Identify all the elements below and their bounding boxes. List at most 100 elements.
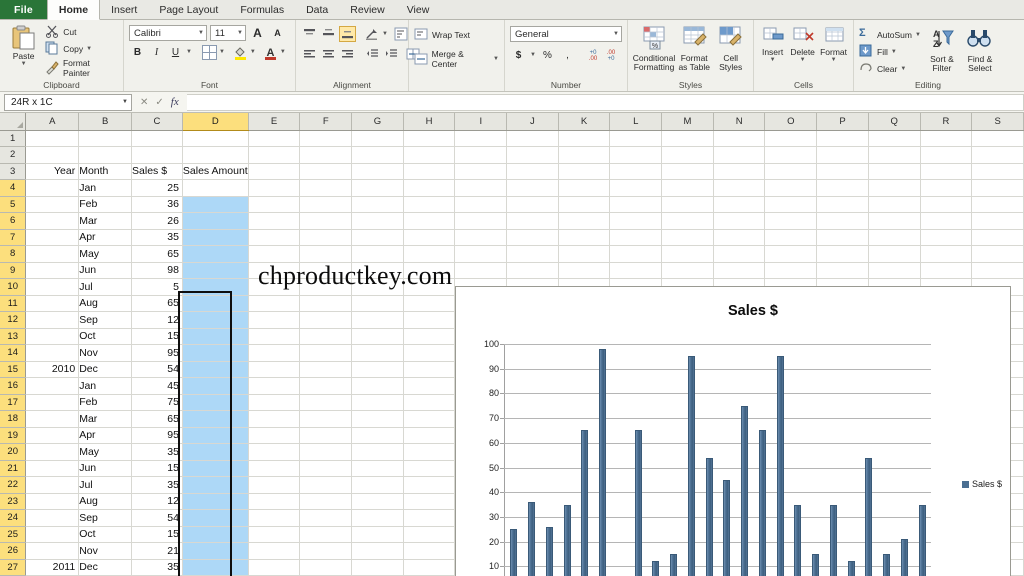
column-header-e[interactable]: E (248, 113, 301, 131)
cell-O6[interactable] (764, 212, 818, 230)
copy-button[interactable]: Copy ▼ (45, 41, 118, 56)
cell-A17[interactable] (25, 394, 80, 411)
row-header-15[interactable]: 15 (0, 361, 27, 378)
cell-I5[interactable] (454, 196, 508, 213)
cell-I7[interactable] (454, 229, 508, 246)
comma-style-button[interactable]: , (559, 47, 576, 63)
cell-H18[interactable] (403, 410, 456, 428)
cell-A21[interactable] (25, 460, 80, 477)
cell-C14[interactable]: 95 (131, 344, 183, 362)
cell-K8[interactable] (558, 245, 611, 263)
cell-B23[interactable]: Aug (78, 493, 133, 510)
tab-view[interactable]: View (396, 0, 441, 19)
row-header-4[interactable]: 4 (0, 179, 27, 197)
cell-J3[interactable] (506, 163, 559, 180)
cell-B19[interactable]: Apr (78, 427, 133, 444)
sales-chart[interactable]: Sales $ 0102030405060708090100 JanFebMar… (455, 286, 1011, 576)
cell-G20[interactable] (351, 443, 404, 461)
cell-N4[interactable] (713, 179, 766, 197)
column-header-o[interactable]: O (764, 113, 818, 131)
cell-G26[interactable] (351, 542, 404, 560)
font-name-chevron-down-icon[interactable]: ▼ (195, 30, 204, 36)
borders-chevron-down-icon[interactable]: ▼ (219, 49, 225, 55)
cell-B15[interactable]: Dec (78, 361, 133, 378)
insert-cells-chevron-down-icon[interactable]: ▼ (770, 57, 776, 63)
cell-F23[interactable] (299, 493, 353, 510)
cell-Q3[interactable] (868, 163, 921, 180)
cell-H26[interactable] (403, 542, 456, 560)
cell-D18[interactable] (182, 410, 249, 428)
align-bottom-button[interactable] (339, 26, 356, 42)
cell-F1[interactable] (299, 130, 353, 147)
cell-A22[interactable] (25, 476, 80, 494)
chart-legend[interactable]: Sales $ (961, 479, 1002, 489)
cell-H21[interactable] (403, 460, 456, 477)
font-color-icon[interactable]: A (263, 45, 278, 60)
conditional-formatting-button[interactable]: % Conditional Formatting (633, 24, 675, 72)
chart-bar[interactable] (741, 405, 749, 576)
cell-J6[interactable] (506, 212, 559, 230)
cell-B10[interactable]: Jul (78, 278, 133, 296)
cell-C6[interactable]: 26 (131, 212, 183, 230)
bold-button[interactable]: B (129, 44, 146, 60)
cell-F5[interactable] (299, 196, 353, 213)
cell-L6[interactable] (609, 212, 663, 230)
cell-C5[interactable]: 36 (131, 196, 183, 213)
cell-J5[interactable] (506, 196, 559, 213)
cell-L3[interactable] (609, 163, 663, 180)
cell-F3[interactable] (299, 163, 353, 180)
cell-E26[interactable] (248, 542, 301, 560)
font-color-chevron-down-icon[interactable]: ▼ (280, 49, 286, 55)
cell-G16[interactable] (351, 377, 404, 395)
cell-G11[interactable] (351, 295, 404, 312)
cell-S5[interactable] (971, 196, 1024, 213)
cell-P6[interactable] (816, 212, 869, 230)
cell-N5[interactable] (713, 196, 766, 213)
cell-J2[interactable] (506, 146, 559, 164)
cell-B12[interactable]: Sep (78, 311, 133, 329)
cell-B4[interactable]: Jan (78, 179, 133, 197)
chart-bar[interactable] (634, 430, 642, 576)
cell-A2[interactable] (25, 146, 80, 164)
cell-I2[interactable] (454, 146, 508, 164)
fill-color-icon[interactable] (233, 45, 248, 60)
cell-E5[interactable] (248, 196, 301, 213)
column-header-q[interactable]: Q (868, 113, 921, 131)
cell-H11[interactable] (403, 295, 456, 312)
format-cells-button[interactable]: Format ▼ (819, 25, 848, 63)
cell-M9[interactable] (661, 262, 714, 279)
cell-R4[interactable] (920, 179, 973, 197)
cell-F20[interactable] (299, 443, 353, 461)
row-header-27[interactable]: 27 (0, 559, 27, 576)
find-select-button[interactable]: Find & Select (963, 25, 997, 73)
cell-M3[interactable] (661, 163, 714, 180)
chart-bar[interactable] (776, 356, 784, 576)
cell-L2[interactable] (609, 146, 663, 164)
cell-M8[interactable] (661, 245, 714, 263)
cell-S4[interactable] (971, 179, 1024, 197)
cell-H17[interactable] (403, 394, 456, 411)
cell-A20[interactable] (25, 443, 80, 461)
cell-B3[interactable]: Month (78, 163, 133, 180)
column-header-m[interactable]: M (661, 113, 714, 131)
cell-C16[interactable]: 45 (131, 377, 183, 395)
chart-bar[interactable] (723, 479, 731, 576)
cell-B25[interactable]: Oct (78, 526, 133, 543)
chart-bar[interactable] (829, 504, 837, 576)
cell-P1[interactable] (816, 130, 869, 147)
delete-cells-button[interactable]: Delete ▼ (788, 25, 817, 63)
cell-B20[interactable]: May (78, 443, 133, 461)
formula-input[interactable] (186, 93, 1024, 111)
cell-I4[interactable] (454, 179, 508, 197)
insert-function-icon[interactable]: fx (171, 96, 179, 108)
cell-C9[interactable]: 98 (131, 262, 183, 279)
cell-E23[interactable] (248, 493, 301, 510)
cell-M5[interactable] (661, 196, 714, 213)
row-header-3[interactable]: 3 (0, 163, 27, 180)
cell-A1[interactable] (25, 130, 80, 147)
row-header-25[interactable]: 25 (0, 526, 27, 543)
cell-N9[interactable] (713, 262, 766, 279)
cell-G5[interactable] (351, 196, 404, 213)
cell-C17[interactable]: 75 (131, 394, 183, 411)
cell-F13[interactable] (299, 328, 353, 345)
